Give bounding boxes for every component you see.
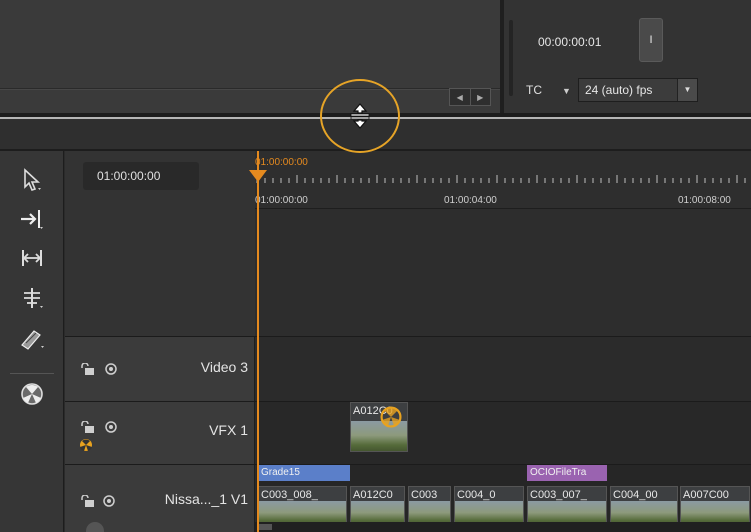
marker-button[interactable]: I <box>639 18 663 62</box>
ruler-ticks <box>256 175 746 183</box>
empty-track-area[interactable] <box>255 209 751 336</box>
clip-label: C004_0 <box>457 489 496 501</box>
eye-icon[interactable] <box>103 421 119 433</box>
monitor-timecode[interactable]: 00:00:00:01 <box>526 28 638 56</box>
track-name: VFX 1 <box>209 422 248 438</box>
clip-label: C003_007_ <box>530 489 587 501</box>
track-lane[interactable] <box>256 337 751 401</box>
resize-cursor-highlight <box>320 79 400 153</box>
track-header: Video 3 <box>65 337 255 401</box>
nav-right-icon[interactable]: ▶ <box>469 89 491 105</box>
track-video-3[interactable]: Video 3 <box>65 336 751 401</box>
vertical-resize-icon <box>350 103 370 129</box>
ruler-tick-1: 01:00:04:00 <box>444 195 497 206</box>
fps-value: 24 (auto) fps <box>585 83 653 97</box>
fx-badge-icon <box>80 439 92 451</box>
panel-divider-highlight <box>0 89 500 90</box>
insert-icon[interactable] <box>16 204 48 234</box>
clip-label: C004_00 <box>613 489 658 501</box>
clip[interactable]: C003 <box>408 486 451 526</box>
grade-bar[interactable]: OCIOFileTra <box>527 465 607 481</box>
clip[interactable]: C004_0 <box>454 486 524 526</box>
clip-label: C003 <box>411 489 438 501</box>
track-header: VFX 1 <box>65 402 255 464</box>
eye-icon[interactable] <box>101 495 117 507</box>
clip[interactable]: A007C00 <box>680 486 750 526</box>
tool-separator <box>10 373 54 374</box>
nav-left-icon[interactable]: ◀ <box>450 89 470 105</box>
clip[interactable]: A012C0 <box>350 402 408 452</box>
scrollbar-thumb[interactable] <box>258 524 272 530</box>
razor-icon[interactable] <box>16 323 48 353</box>
viewer-panel: ◀ ▶ <box>0 0 500 113</box>
track-lane[interactable]: A012C0 <box>256 402 751 464</box>
clip[interactable]: C003_007_ <box>527 486 607 526</box>
dropdown-arrow-icon[interactable]: ▼ <box>677 79 697 101</box>
viewer-nav-arrows[interactable]: ◀ ▶ <box>449 88 491 106</box>
fit-icon[interactable] <box>16 243 48 273</box>
tool-strip <box>0 151 64 532</box>
clip[interactable]: C003_008_ <box>258 486 347 526</box>
clip-label: C003_008_ <box>261 489 318 501</box>
fx-badge-icon <box>380 406 402 428</box>
grade-bar[interactable]: Grade15 <box>258 465 350 481</box>
fps-select[interactable]: 24 (auto) fps ▼ <box>578 78 698 102</box>
clip[interactable]: A012C0 <box>350 486 405 526</box>
lock-icon[interactable] <box>79 363 95 375</box>
timecode-panel: 00:00:00:01 I TC ▼ 24 (auto) fps ▼ <box>504 0 751 113</box>
timeline-scrollbar[interactable] <box>255 522 751 532</box>
current-timecode[interactable]: 01:00:00:00 <box>83 162 199 190</box>
clip-label: A012C0 <box>353 489 393 501</box>
lock-icon[interactable] <box>79 495 95 507</box>
tc-label: TC <box>526 83 542 97</box>
track-name: Nissa..._1 V1 <box>164 491 248 507</box>
ruler-tick-2: 01:00:08:00 <box>678 195 731 206</box>
panel-grip[interactable] <box>509 20 513 96</box>
playhead-timecode: 01:00:00:00 <box>255 157 308 168</box>
globe-icon[interactable] <box>16 379 48 409</box>
ripple-icon[interactable] <box>16 283 48 313</box>
ruler-tick-0: 01:00:00:00 <box>255 195 308 206</box>
tc-chevron-icon[interactable]: ▼ <box>562 86 571 96</box>
lock-icon[interactable] <box>79 421 95 433</box>
track-vfx-1[interactable]: VFX 1 A012C0 <box>65 401 751 464</box>
playhead[interactable] <box>257 151 259 532</box>
track-name: Video 3 <box>200 359 248 375</box>
eye-icon[interactable] <box>103 363 119 375</box>
pointer-icon[interactable] <box>16 165 48 195</box>
playhead-handle[interactable] <box>249 170 267 182</box>
timeline-ruler[interactable]: 01:00:00:00 01:00:00:00 01:00:04:00 01:0… <box>255 151 751 209</box>
clip-label: A007C00 <box>683 489 729 501</box>
clip[interactable]: C004_00 <box>610 486 678 526</box>
